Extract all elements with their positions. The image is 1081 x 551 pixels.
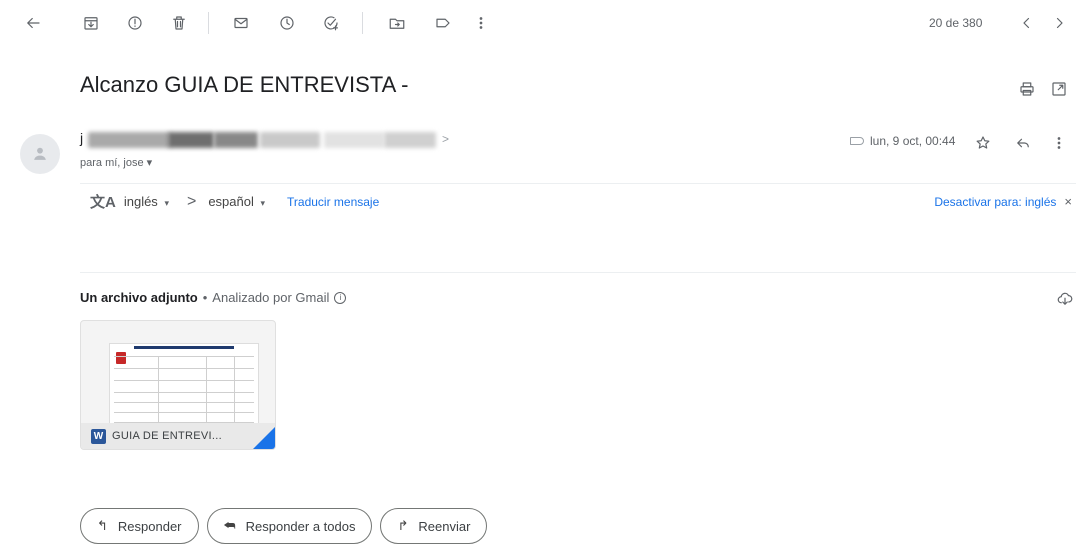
back-arrow-icon[interactable] [22,12,44,34]
archive-icon[interactable] [80,12,102,34]
thumb-column [158,356,159,422]
open-new-window-icon[interactable] [1048,78,1070,100]
info-icon[interactable]: i [334,291,347,304]
label-icon[interactable] [432,12,454,34]
email-subject: Alcanzo GUIA DE ENTREVISTA - [80,72,409,97]
sender-email-chevron: > [442,132,450,146]
disable-translation-link[interactable]: Desactivar para: inglés [934,195,1056,209]
reply-all-icon: ⮪ [223,518,236,533]
divider [80,272,1076,273]
thumb-line [114,392,254,393]
toolbar-divider [208,12,209,34]
thumb-column [234,356,235,422]
separator-dot: • [202,290,208,305]
print-icon[interactable] [1016,78,1038,100]
document-thumbnail [109,343,259,427]
reply-label: Responder [117,518,182,534]
redacted-block [260,132,320,148]
more-vert-icon[interactable] [470,12,492,34]
forward-button[interactable]: ↱ Reenviar [380,508,488,544]
thumb-header-bar [134,346,234,349]
attachment-footer: W GUIA DE ENTREVI... [81,423,275,449]
reply-actions: ↰ Responder ⮪ Responder a todos ↱ Reenvi… [80,508,488,544]
chevron-right-icon[interactable] [1048,12,1070,34]
date-text: lun, 9 oct, 00:44 [870,134,956,148]
caret-down-icon: ▾ [164,198,169,208]
caret-down-icon: ▾ [260,198,266,208]
translate-message-link[interactable]: Traducir mensaje [287,195,379,209]
reply-icon: ↰ [97,518,108,533]
move-to-folder-icon[interactable] [386,12,408,34]
redacted-block [384,132,436,148]
sender-initial: j [80,130,84,146]
person-icon [34,147,46,160]
chevron-right-icon: > [186,192,197,210]
redacted-block [168,132,214,148]
label-tag-icon [850,137,864,145]
thumb-line [114,402,254,403]
thumb-line [114,380,254,381]
thumb-column [206,356,207,422]
report-spam-icon[interactable] [124,12,146,34]
target-language-label: español [208,194,254,209]
thumb-line [114,368,254,369]
more-vert-icon[interactable] [1048,132,1070,154]
translate-icon: 文A [90,194,116,211]
thumb-line [114,412,254,413]
source-language-select[interactable]: inglés ▾ [124,194,169,209]
chevron-left-icon[interactable] [1016,12,1038,34]
message-counter: 20 de 380 [929,16,983,30]
scanned-by-gmail: Analizado por Gmail [212,290,330,305]
download-all-icon[interactable] [1054,288,1076,310]
source-language-label: inglés [123,194,158,209]
avatar[interactable] [20,134,60,174]
star-icon[interactable] [972,132,994,154]
forward-label: Reenviar [418,518,471,534]
forward-icon: ↱ [397,518,409,533]
redacted-block [88,132,170,148]
word-file-icon: W [91,428,106,444]
attachment-card[interactable]: W GUIA DE ENTREVI... [80,320,276,450]
doc-corner-icon [253,427,275,449]
translate-bar: 文A inglés ▾ > español ▾ Traducir mensaje… [80,183,1076,219]
attachment-filename: GUIA DE ENTREVI... [112,430,222,442]
redacted-block [324,132,384,148]
sender-name[interactable]: j > [80,130,460,150]
attachments-header: Un archivo adjunto • Analizado por Gmail… [80,290,347,305]
recipients-dropdown[interactable]: para mí, jose ▾ [80,156,152,169]
close-icon[interactable]: × [1064,194,1072,209]
message-date: lun, 9 oct, 00:44 [850,134,955,148]
trash-icon[interactable] [168,12,190,34]
toolbar-divider [362,12,363,34]
mark-unread-icon[interactable] [230,12,252,34]
redacted-block [214,132,258,148]
thumb-logo [116,352,126,364]
reply-icon[interactable] [1012,132,1034,154]
clock-icon[interactable] [276,12,298,34]
reply-all-label: Responder a todos [245,518,356,534]
add-task-icon[interactable] [320,12,342,34]
reply-all-button[interactable]: ⮪ Responder a todos [206,508,373,544]
reply-button[interactable]: ↰ Responder [80,508,199,544]
target-language-select[interactable]: español ▾ [208,194,265,209]
attachments-title: Un archivo adjunto [80,290,198,305]
thumb-line [114,356,254,357]
